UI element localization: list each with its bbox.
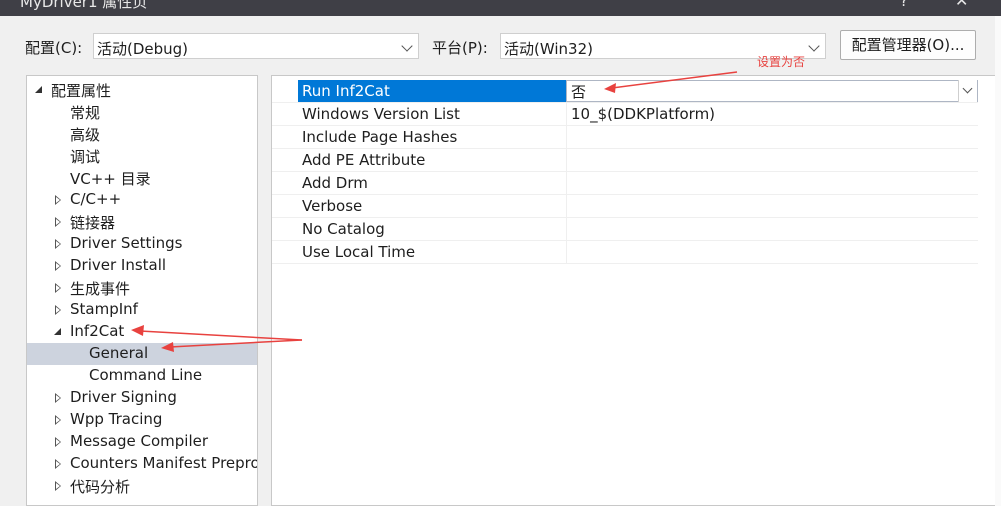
collapse-arrow-icon[interactable]	[53, 393, 63, 403]
tree-item-label: 常规	[70, 104, 101, 122]
tree-item-debugging[interactable]: 调试	[27, 145, 257, 167]
property-row-no-catalog[interactable]: No Catalog	[272, 218, 978, 241]
property-value[interactable]	[566, 172, 978, 194]
collapse-arrow-icon[interactable]	[53, 195, 63, 205]
property-value[interactable]	[566, 241, 978, 263]
property-name[interactable]: No Catalog	[298, 218, 566, 240]
annotation-text: 设置为否	[757, 55, 806, 69]
property-name[interactable]: Include Page Hashes	[298, 126, 566, 148]
tree-item-inf2cat-general[interactable]: General	[27, 343, 257, 365]
property-row-include-page-hashes[interactable]: Include Page Hashes	[272, 126, 978, 149]
tree-item-message-compiler[interactable]: Message Compiler	[27, 431, 257, 453]
tree-item-stampinf[interactable]: StampInf	[27, 299, 257, 321]
tree-item-c-cpp[interactable]: C/C++	[27, 189, 257, 211]
property-value[interactable]: 10_$(DDKPlatform)	[566, 103, 978, 125]
property-value: 否	[571, 83, 587, 101]
tree-item-config-properties[interactable]: 配置属性	[27, 79, 257, 101]
tree-item-label: 链接器	[70, 214, 116, 232]
property-row-use-local-time[interactable]: Use Local Time	[272, 241, 978, 264]
window-edge	[995, 16, 1001, 506]
tree-item-label: 代码分析	[70, 478, 131, 496]
tree-item-code-analysis[interactable]: 代码分析	[27, 475, 257, 497]
tree-item-label: Driver Signing	[70, 388, 177, 406]
property-name[interactable]: Use Local Time	[298, 241, 566, 263]
collapse-arrow-icon[interactable]	[53, 305, 63, 315]
property-name[interactable]: Verbose	[298, 195, 566, 217]
config-dropdown[interactable]: 活动(Debug)	[93, 33, 419, 59]
property-value[interactable]	[566, 195, 978, 217]
collapse-arrow-icon[interactable]	[53, 459, 63, 469]
tree-item-build-events[interactable]: 生成事件	[27, 277, 257, 299]
tree-item-label: Driver Install	[70, 256, 167, 274]
tree-item-inf2cat-command-line[interactable]: Command Line	[27, 365, 257, 387]
config-value: 活动(Debug)	[97, 40, 189, 58]
chevron-down-icon	[401, 40, 413, 52]
tree-item-wpp-tracing[interactable]: Wpp Tracing	[27, 409, 257, 431]
tree-item-label: General	[89, 344, 149, 362]
platform-value: 活动(Win32)	[504, 40, 593, 58]
tree-item-label: 生成事件	[70, 280, 131, 298]
collapse-arrow-icon[interactable]	[53, 415, 63, 425]
property-row-verbose[interactable]: Verbose	[272, 195, 978, 218]
collapse-arrow-icon[interactable]	[53, 239, 63, 249]
platform-label: 平台(P):	[432, 39, 488, 57]
window-title: MyDriver1 属性页	[20, 0, 148, 11]
property-value[interactable]	[566, 218, 978, 240]
tree-item-label: C/C++	[70, 190, 122, 208]
tree-item-general[interactable]: 常规	[27, 101, 257, 123]
tree-item-advanced[interactable]: 高级	[27, 123, 257, 145]
settings-tree[interactable]: 配置属性 常规 高级 调试 VC++ 目录 C/C++ 链接器 Driver S…	[26, 75, 258, 506]
property-name[interactable]: Run Inf2Cat	[298, 80, 566, 102]
title-bar: MyDriver1 属性页 ? ✕	[0, 0, 1001, 16]
property-name[interactable]: Windows Version List	[298, 103, 566, 125]
property-row-add-drm[interactable]: Add Drm	[272, 172, 978, 195]
tree-item-driver-signing[interactable]: Driver Signing	[27, 387, 257, 409]
tree-item-driver-settings[interactable]: Driver Settings	[27, 233, 257, 255]
expand-icon[interactable]	[34, 85, 44, 95]
chevron-down-icon[interactable]	[958, 80, 977, 102]
close-icon[interactable]: ✕	[955, 0, 968, 10]
help-icon[interactable]: ?	[900, 0, 908, 10]
tree-item-inf2cat[interactable]: Inf2Cat	[27, 321, 257, 343]
tree-item-label: Wpp Tracing	[70, 410, 163, 428]
property-row-windows-version-list[interactable]: Windows Version List 10_$(DDKPlatform)	[272, 103, 978, 126]
config-label: 配置(C):	[25, 39, 83, 57]
collapse-arrow-icon[interactable]	[53, 437, 63, 447]
property-value[interactable]	[566, 149, 978, 171]
collapse-arrow-icon[interactable]	[53, 481, 63, 491]
chevron-down-icon	[808, 40, 820, 52]
collapse-arrow-icon[interactable]	[53, 261, 63, 271]
config-manager-button[interactable]: 配置管理器(O)...	[840, 30, 976, 60]
property-name[interactable]: Add Drm	[298, 172, 566, 194]
tree-item-label: Command Line	[89, 366, 203, 384]
grid-scroll-area	[978, 76, 995, 505]
tree-item-driver-install[interactable]: Driver Install	[27, 255, 257, 277]
tree-item-label: VC++ 目录	[70, 170, 151, 188]
tree-item-label: Driver Settings	[70, 234, 183, 252]
tree-item-label: StampInf	[70, 300, 138, 318]
tree-item-label: Counters Manifest Preprocessor	[70, 454, 258, 472]
tree-item-vc-directories[interactable]: VC++ 目录	[27, 167, 257, 189]
property-grid[interactable]: Run Inf2Cat 否 Windows Version List 10_$(…	[271, 75, 995, 506]
collapse-arrow-icon[interactable]	[53, 283, 63, 293]
expand-icon[interactable]	[53, 327, 63, 337]
property-row-run-inf2cat[interactable]: Run Inf2Cat 否	[272, 80, 978, 103]
tree-item-label: Message Compiler	[70, 432, 209, 450]
tree-item-label: Inf2Cat	[70, 322, 125, 340]
tree-item-label: 调试	[70, 148, 101, 166]
property-value[interactable]	[566, 126, 978, 148]
collapse-arrow-icon[interactable]	[53, 217, 63, 227]
property-row-add-pe-attribute[interactable]: Add PE Attribute	[272, 149, 978, 172]
tree-item-label: 高级	[70, 126, 101, 144]
tree-item-counters-manifest[interactable]: Counters Manifest Preprocessor	[27, 453, 257, 475]
property-name[interactable]: Add PE Attribute	[298, 149, 566, 171]
property-value-dropdown[interactable]: 否	[566, 80, 978, 102]
tree-item-label: 配置属性	[51, 82, 112, 100]
tree-item-linker[interactable]: 链接器	[27, 211, 257, 233]
